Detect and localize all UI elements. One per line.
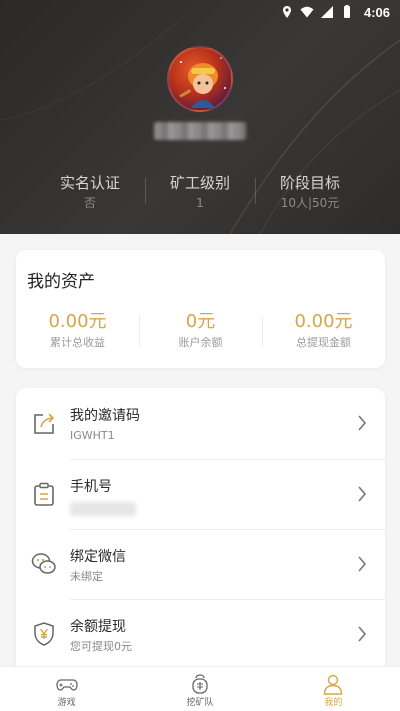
tab-label: 挖矿队 (186, 698, 214, 708)
chevron-right-icon (358, 415, 367, 431)
stat-value: 否 (83, 196, 96, 210)
wifi-icon (300, 6, 314, 18)
tab-games[interactable]: 游戏 (0, 667, 133, 711)
tab-label: 我的 (324, 698, 343, 708)
stat-value: 10人|50元 (280, 196, 340, 210)
menu-item-title: 手机号 (70, 479, 112, 495)
settings-list: 我的邀请码 IGWHT1 手机号 绑定微信 未绑定 余额提现 您可提现0元 (16, 388, 385, 678)
stat-label: 实名认证 (59, 174, 120, 192)
menu-item-withdraw[interactable]: 余额提现 您可提现0元 (16, 599, 385, 669)
stat-miner-level[interactable]: 矿工级别 1 (145, 172, 255, 212)
wechat-icon (31, 553, 56, 574)
status-bar: 4:06 (0, 0, 400, 24)
phone-number-blurred (70, 502, 136, 516)
username-blurred (154, 122, 246, 140)
battery-icon (343, 5, 350, 18)
asset-caption: 总提现金额 (296, 336, 351, 349)
asset-caption: 累计总收益 (50, 336, 105, 349)
stat-realname[interactable]: 实名认证 否 (35, 172, 145, 212)
clipboard-icon (34, 482, 54, 506)
asset-amount: 0元 (185, 311, 216, 332)
avatar[interactable] (167, 46, 233, 112)
tab-mine[interactable]: 我的 (267, 667, 400, 711)
asset-total-income[interactable]: 0.00元 累计总收益 (16, 310, 139, 352)
tab-label: 游戏 (57, 698, 76, 708)
chevron-right-icon (358, 486, 367, 502)
menu-item-invite-code[interactable]: 我的邀请码 IGWHT1 (16, 388, 385, 458)
yen-shield-icon (34, 622, 54, 646)
stat-value: 1 (196, 196, 204, 210)
chevron-right-icon (358, 556, 367, 572)
tab-mining-team[interactable]: 挖矿队 (133, 667, 266, 711)
asset-balance[interactable]: 0元 账户余额 (139, 310, 262, 352)
assets-title: 我的资产 (27, 272, 95, 292)
person-icon (324, 674, 343, 695)
menu-item-sub: 未绑定 (70, 570, 103, 583)
menu-item-title: 绑定微信 (70, 549, 126, 565)
bottom-tab-bar: 游戏 挖矿队 我的 (0, 666, 400, 711)
share-icon (34, 413, 55, 434)
asset-amount: 0.00元 (294, 311, 353, 332)
chevron-right-icon (358, 626, 367, 642)
assets-card: 我的资产 0.00元 累计总收益 0元 账户余额 0.00元 总提现金额 (16, 250, 385, 368)
asset-caption: 账户余额 (178, 336, 223, 349)
stat-label: 矿工级别 (169, 174, 230, 192)
stat-label: 阶段目标 (279, 174, 340, 192)
profile-header: 4:06 实名认证 否 矿工级别 1 阶段目标 10人|50元 (0, 0, 400, 234)
gamepad-icon (56, 679, 78, 691)
menu-item-title: 余额提现 (70, 619, 126, 635)
stat-stage-goal[interactable]: 阶段目标 10人|50元 (255, 172, 365, 212)
asset-total-withdrawn[interactable]: 0.00元 总提现金额 (262, 310, 385, 352)
location-icon (282, 6, 291, 18)
menu-item-title: 我的邀请码 (70, 408, 140, 424)
status-time: 4:06 (363, 4, 390, 20)
menu-item-phone[interactable]: 手机号 (16, 459, 385, 529)
mining-icon (192, 674, 208, 694)
menu-item-sub: IGWHT1 (70, 429, 115, 442)
signal-icon (320, 6, 333, 18)
profile-stats: 实名认证 否 矿工级别 1 阶段目标 10人|50元 (35, 172, 365, 212)
asset-amount: 0.00元 (48, 311, 107, 332)
menu-item-sub: 您可提现0元 (70, 640, 132, 653)
menu-item-bind-wechat[interactable]: 绑定微信 未绑定 (16, 529, 385, 599)
